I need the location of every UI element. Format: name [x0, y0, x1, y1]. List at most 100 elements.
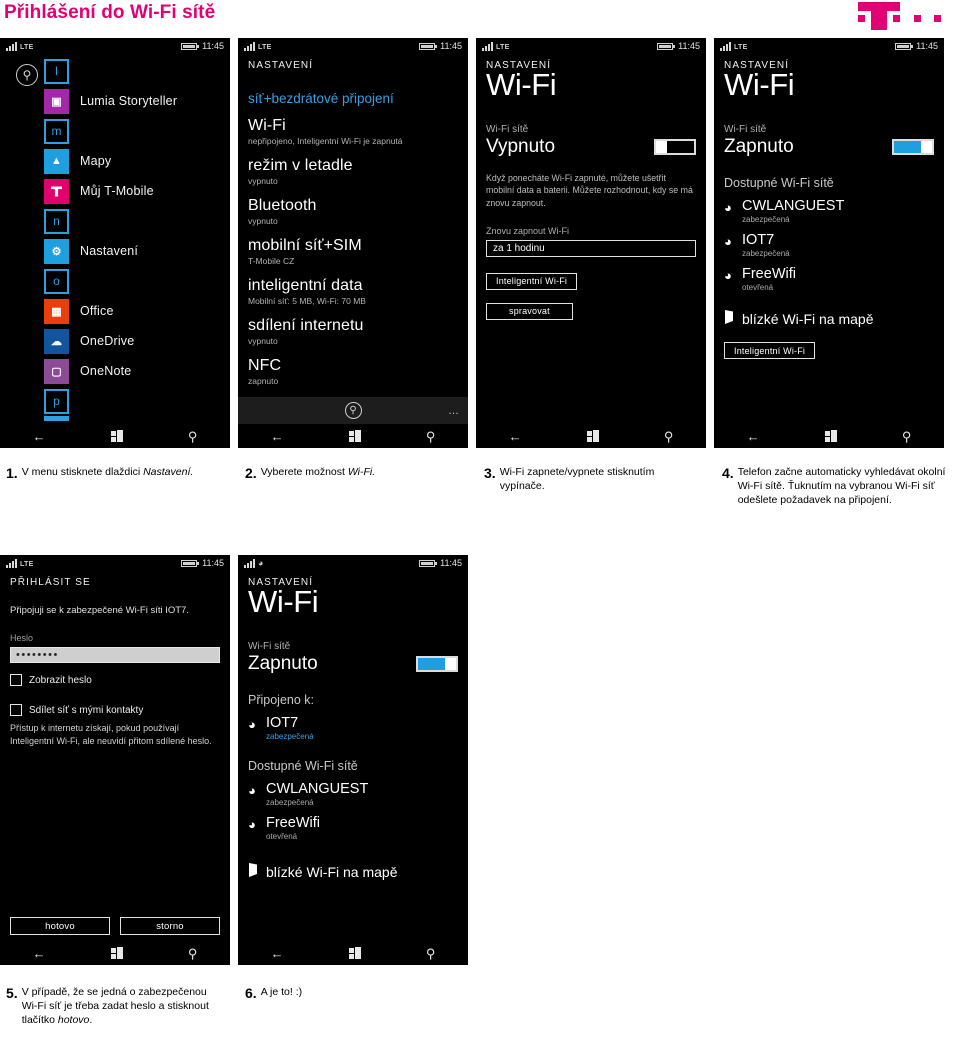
- letter-tile[interactable]: l: [44, 58, 69, 84]
- back-icon[interactable]: ←: [509, 430, 522, 443]
- settings-item-airplane[interactable]: režim v letadle vypnuto: [248, 157, 458, 186]
- windows-icon[interactable]: [348, 430, 361, 442]
- back-icon[interactable]: ←: [271, 430, 284, 443]
- smart-wifi-button[interactable]: Inteligentní Wi-Fi: [486, 272, 578, 290]
- list-item[interactable]: o: [44, 266, 220, 296]
- caption-step-1: 1. V menu stisknete dlaždici Nastavení.: [6, 465, 221, 480]
- back-icon[interactable]: ←: [33, 947, 46, 960]
- network-item[interactable]: ◕ FreeWifi otevřená: [724, 266, 934, 292]
- map-pin-icon: [724, 310, 742, 328]
- windows-icon[interactable]: [110, 947, 123, 959]
- back-icon[interactable]: ←: [747, 430, 760, 443]
- section-label: Wi-Fi sítě: [486, 123, 529, 135]
- search-icon[interactable]: ⚲: [344, 402, 362, 419]
- onenote-icon[interactable]: ▢: [44, 358, 69, 384]
- back-icon[interactable]: ←: [271, 947, 284, 960]
- network-label: LTE: [258, 43, 272, 51]
- wifi-toggle[interactable]: [416, 655, 458, 672]
- network-label: LTE: [734, 43, 748, 51]
- search-icon[interactable]: ⚲: [16, 64, 38, 86]
- battery-icon: [657, 42, 676, 50]
- lumia-storyteller-icon[interactable]: ▣: [44, 88, 69, 114]
- done-button[interactable]: hotovo: [10, 917, 110, 935]
- map-link-label: blízké Wi-Fi na mapě: [742, 311, 874, 328]
- show-password-checkbox[interactable]: [10, 674, 22, 687]
- list-item[interactable]: ▣ Lumia Storyteller: [44, 86, 220, 116]
- signal-icon: [6, 558, 17, 568]
- list-item[interactable]: ▲ Mapy: [44, 146, 220, 176]
- wifi-toggle-row[interactable]: Zapnuto: [724, 136, 934, 158]
- wifi-toggle[interactable]: [654, 138, 696, 155]
- network-security: zabezpečená: [742, 248, 790, 258]
- search-icon[interactable]: ⚲: [426, 947, 436, 960]
- list-item[interactable]: p: [44, 386, 220, 416]
- network-name: FreeWifi: [266, 814, 320, 831]
- windows-icon[interactable]: [110, 430, 123, 442]
- settings-item-sub: Mobilní síť: 5 MB, Wi-Fi: 70 MB: [248, 296, 366, 306]
- settings-item-nfc[interactable]: NFC zapnuto: [248, 357, 458, 386]
- manage-button[interactable]: spravovat: [486, 302, 573, 320]
- caption-step-2: 2. Vyberete možnost Wi-Fi.: [245, 465, 460, 480]
- letter-tile[interactable]: n: [44, 208, 69, 234]
- windows-icon[interactable]: [824, 430, 837, 442]
- wifi-toggle[interactable]: [892, 138, 934, 155]
- network-item[interactable]: ◕ IOT7 zabezpečená: [724, 232, 934, 258]
- password-input[interactable]: ••••••••: [10, 647, 220, 664]
- more-icon[interactable]: …: [448, 405, 460, 417]
- back-icon[interactable]: ←: [33, 430, 46, 443]
- list-item[interactable]: ▦ Office: [44, 296, 220, 326]
- windows-icon[interactable]: [348, 947, 361, 959]
- share-note: Přístup k internetu získají, pokud použí…: [10, 723, 212, 747]
- list-item[interactable]: n: [44, 206, 220, 236]
- list-item[interactable]: l: [44, 56, 220, 86]
- mapy-icon[interactable]: ▲: [44, 148, 69, 174]
- list-item[interactable]: ⚙ Nastavení: [44, 236, 220, 266]
- muj-t-mobile-icon[interactable]: [44, 178, 69, 204]
- settings-item-title: inteligentní data: [248, 277, 363, 294]
- page-title: Přihlášení do Wi-Fi sítě: [4, 2, 216, 23]
- settings-item-bluetooth[interactable]: Bluetooth vypnuto: [248, 197, 458, 226]
- gear-icon[interactable]: ⚙: [44, 238, 69, 264]
- phone-screen-app-list: LTE 11:45 ⚲ l ▣ Lumia Storyteller m ▲ Ma…: [0, 38, 230, 448]
- list-item[interactable]: ▢ OneNote: [44, 356, 220, 386]
- wifi-toggle-row[interactable]: Zapnuto: [248, 653, 458, 675]
- search-icon[interactable]: ⚲: [426, 430, 436, 443]
- letter-tile[interactable]: p: [44, 388, 69, 414]
- network-label: LTE: [20, 560, 34, 568]
- search-icon[interactable]: ⚲: [188, 430, 198, 443]
- network-item[interactable]: ◕ FreeWifi otevřená: [248, 814, 458, 841]
- nearby-wifi-map-link[interactable]: blízké Wi-Fi na mapě: [248, 863, 458, 881]
- settings-item-title: mobilní síť+SIM: [248, 237, 362, 254]
- smart-wifi-button[interactable]: Inteligentní Wi-Fi: [724, 342, 816, 360]
- nearby-wifi-map-link[interactable]: blízké Wi-Fi na mapě: [724, 310, 934, 328]
- settings-item-internet-sharing[interactable]: sdílení internetu vypnuto: [248, 317, 458, 346]
- office-icon[interactable]: ▦: [44, 298, 69, 324]
- settings-item-wifi[interactable]: Wi-Fi nepřipojeno, Inteligentní Wi-Fi je…: [248, 117, 458, 146]
- pivot-title[interactable]: síť+bezdrátové připojení: [248, 91, 458, 106]
- settings-item-smart-data[interactable]: inteligentní data Mobilní síť: 5 MB, Wi-…: [248, 277, 458, 306]
- search-icon[interactable]: ⚲: [902, 430, 912, 443]
- network-item[interactable]: ◕ CWLANGUEST zabezpečená: [248, 781, 458, 807]
- signal-icon: [6, 41, 17, 51]
- step-number: 6.: [245, 985, 257, 1001]
- onedrive-icon[interactable]: ☁: [44, 328, 69, 354]
- search-icon[interactable]: ⚲: [188, 947, 198, 960]
- list-item[interactable]: ☁ OneDrive: [44, 326, 220, 356]
- settings-item-mobile-sim[interactable]: mobilní síť+SIM T-Mobile CZ: [248, 237, 458, 266]
- share-network-row[interactable]: Sdílet síť s mými kontakty: [10, 704, 220, 717]
- app-label: OneNote: [80, 364, 132, 378]
- search-icon[interactable]: ⚲: [664, 430, 674, 443]
- list-item[interactable]: Můj T-Mobile: [44, 176, 220, 206]
- reenable-select[interactable]: za 1 hodinu: [486, 239, 696, 257]
- list-item[interactable]: m: [44, 116, 220, 146]
- letter-tile[interactable]: o: [44, 268, 69, 294]
- connected-network-item[interactable]: ◕ IOT7 zabezpečená: [248, 715, 458, 741]
- cancel-button[interactable]: storno: [120, 917, 220, 935]
- windows-icon[interactable]: [586, 430, 599, 442]
- share-network-checkbox[interactable]: [10, 704, 22, 717]
- letter-tile[interactable]: m: [44, 118, 69, 144]
- network-item[interactable]: ◕ CWLANGUEST zabezpečená: [724, 198, 934, 224]
- clock: 11:45: [678, 41, 700, 51]
- show-password-row[interactable]: Zobrazit heslo: [10, 674, 220, 687]
- wifi-toggle-row[interactable]: Vypnuto: [486, 136, 696, 158]
